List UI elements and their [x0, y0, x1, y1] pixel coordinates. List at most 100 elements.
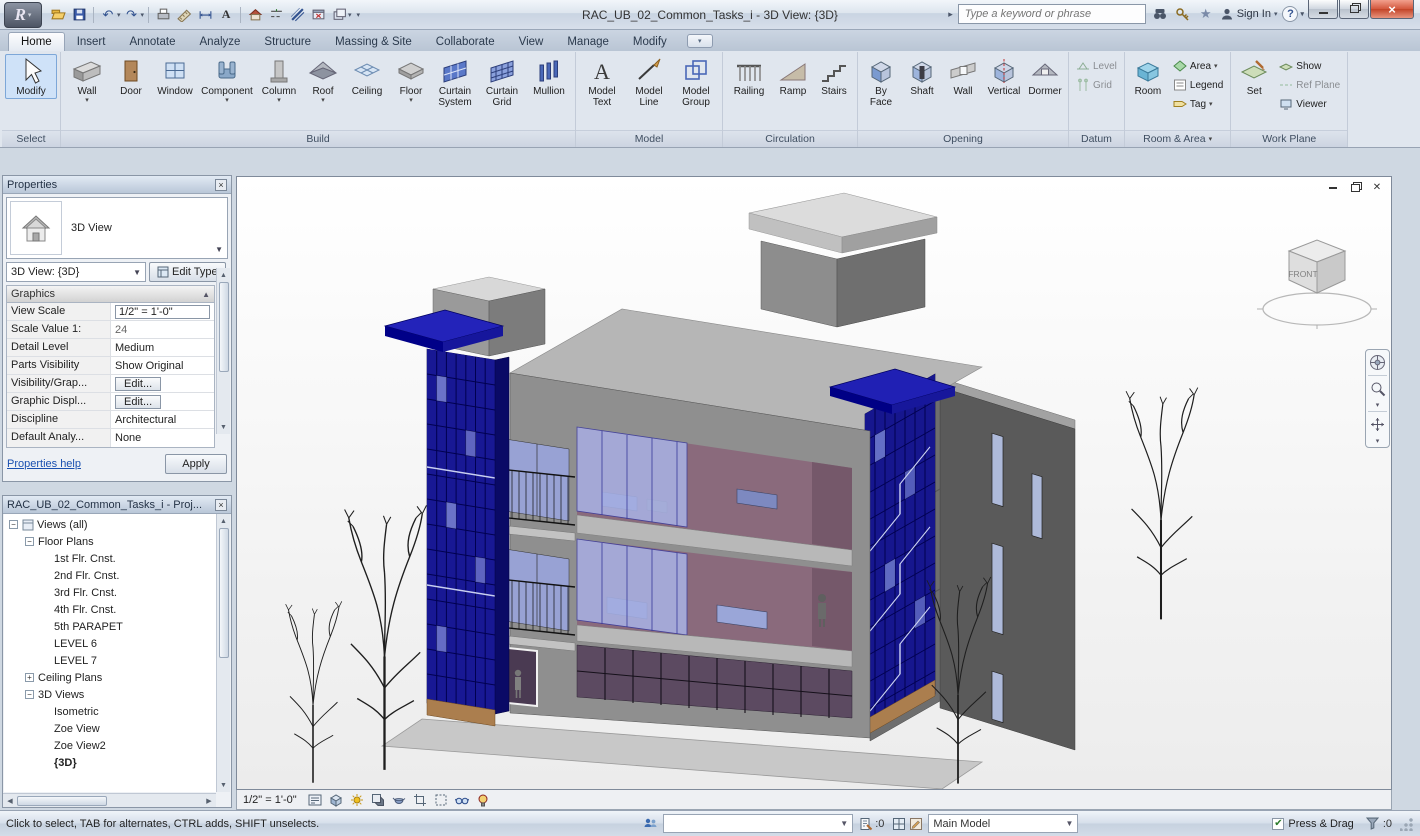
- model-group-button[interactable]: Model Group: [673, 54, 719, 110]
- crop-view-button[interactable]: [412, 792, 429, 808]
- panel-label-circulation[interactable]: Circulation: [723, 130, 857, 147]
- view-close-button[interactable]: ✕: [1369, 181, 1385, 194]
- curtain-grid-button[interactable]: Curtain Grid: [479, 54, 525, 110]
- view-selector-combo[interactable]: 3D View: {3D}▼: [6, 262, 146, 282]
- view-minimize-button[interactable]: [1325, 181, 1341, 194]
- tree-item-level6[interactable]: LEVEL 6: [4, 635, 216, 652]
- scale-button[interactable]: 1/2" = 1'-0": [243, 794, 303, 806]
- dropdown-arrow-icon[interactable]: ▾: [85, 97, 89, 104]
- navbar-dropdown-arrow-icon[interactable]: ▾: [1376, 437, 1380, 445]
- grid-button[interactable]: Grid: [1074, 77, 1119, 93]
- tree-node-3d-views[interactable]: −3D Views: [4, 686, 216, 703]
- show-work-plane-button[interactable]: Show: [1277, 58, 1342, 74]
- tree-item-2nd-flr[interactable]: 2nd Flr. Cnst.: [4, 567, 216, 584]
- scrollbar-thumb[interactable]: [219, 282, 229, 372]
- save-button[interactable]: [69, 5, 89, 25]
- tab-analyze[interactable]: Analyze: [188, 33, 253, 51]
- shadows-button[interactable]: [370, 792, 387, 808]
- default-analysis-value[interactable]: None: [111, 429, 214, 447]
- switch-windows-button[interactable]: [329, 5, 349, 25]
- floor-button[interactable]: Floor▾: [391, 54, 431, 106]
- rendering-dialog-button[interactable]: [391, 792, 408, 808]
- close-icon[interactable]: ×: [215, 179, 227, 191]
- editing-requests-button[interactable]: [857, 816, 874, 832]
- type-selector[interactable]: 3D View ▼: [6, 197, 228, 259]
- design-options-dropdown[interactable]: Main Model▼: [928, 814, 1078, 833]
- tree-item-3rd-flr[interactable]: 3rd Flr. Cnst.: [4, 584, 216, 601]
- project-browser-title-bar[interactable]: RAC_UB_02_Common_Tasks_i - Proj... ×: [3, 496, 231, 514]
- thin-lines-button[interactable]: [287, 5, 307, 25]
- browser-vscrollbar[interactable]: ▲ ▼: [216, 514, 230, 792]
- subscription-center-button[interactable]: [1174, 5, 1192, 23]
- tab-collaborate[interactable]: Collaborate: [424, 33, 507, 51]
- zoom-dropdown-arrow-icon[interactable]: ▾: [1376, 401, 1380, 409]
- legend-button[interactable]: Legend: [1171, 77, 1225, 93]
- customize-qat-arrow-icon[interactable]: ▾: [357, 11, 361, 19]
- level-button[interactable]: Level: [1074, 58, 1119, 74]
- visibility-edit-button[interactable]: Edit...: [111, 375, 214, 392]
- close-icon[interactable]: ×: [215, 499, 227, 511]
- panel-label-datum[interactable]: Datum: [1069, 130, 1124, 147]
- properties-help-link[interactable]: Properties help: [7, 458, 81, 470]
- panel-label-model[interactable]: Model: [576, 130, 722, 147]
- scroll-down-icon[interactable]: ▼: [217, 778, 231, 792]
- panel-label-work-plane[interactable]: Work Plane: [1231, 130, 1347, 147]
- opening-dormer-button[interactable]: Dormer: [1025, 54, 1065, 99]
- column-button[interactable]: Column▾: [256, 54, 302, 106]
- railing-button[interactable]: Railing: [726, 54, 772, 99]
- aligned-dimension-button[interactable]: [195, 5, 215, 25]
- tree-node-views[interactable]: −Views (all): [4, 516, 216, 533]
- measure-button[interactable]: [174, 5, 194, 25]
- view-scale-value[interactable]: 1/2" = 1'-0": [111, 303, 214, 320]
- temporary-hide-isolate-button[interactable]: [454, 792, 471, 808]
- tab-modify[interactable]: Modify: [621, 33, 679, 51]
- drawing-area[interactable]: FRONT ✕ ▾ ▾: [236, 176, 1392, 790]
- curtain-system-button[interactable]: Curtain System: [432, 54, 478, 110]
- steering-wheel-button[interactable]: [1367, 352, 1388, 373]
- scrollbar-thumb[interactable]: [17, 796, 107, 806]
- parts-visibility-value[interactable]: Show Original: [111, 357, 214, 374]
- editable-only-button[interactable]: [907, 816, 924, 832]
- component-button[interactable]: Component▾: [199, 54, 255, 106]
- worksets-button[interactable]: [642, 816, 659, 832]
- collapse-icon[interactable]: −: [9, 520, 18, 529]
- tree-node-floor-plans[interactable]: −Floor Plans: [4, 533, 216, 550]
- ref-plane-button[interactable]: Ref Plane: [1277, 77, 1342, 93]
- zoom-button[interactable]: [1367, 378, 1388, 399]
- model-text-button[interactable]: AModel Text: [579, 54, 625, 110]
- undo-button[interactable]: ↶: [98, 5, 118, 25]
- opening-by-face-button[interactable]: By Face: [861, 54, 901, 110]
- edit-type-button[interactable]: Edit Type: [149, 262, 226, 282]
- roof-button[interactable]: Roof▾: [303, 54, 343, 106]
- tab-annotate[interactable]: Annotate: [117, 33, 187, 51]
- dropdown-arrow-icon[interactable]: ▾: [409, 97, 413, 104]
- undo-dropdown-arrow-icon[interactable]: ▾: [117, 11, 121, 19]
- set-work-plane-button[interactable]: Set: [1234, 54, 1274, 99]
- area-button[interactable]: Area▾: [1171, 58, 1225, 74]
- collapse-icon[interactable]: −: [25, 537, 34, 546]
- collapse-icon[interactable]: ▲: [202, 290, 210, 299]
- resize-grip[interactable]: [1400, 817, 1414, 831]
- scroll-up-icon[interactable]: ▲: [217, 514, 231, 528]
- scroll-right-icon[interactable]: ▶: [202, 794, 216, 808]
- selection-filter-button[interactable]: [1364, 816, 1381, 832]
- close-hidden-windows-button[interactable]: [308, 5, 328, 25]
- wall-button[interactable]: Wall▾: [64, 54, 110, 106]
- tree-item-3d[interactable]: {3D}: [4, 754, 216, 771]
- detail-level-button[interactable]: [307, 792, 324, 808]
- viewcube-front-label[interactable]: FRONT: [1288, 269, 1317, 279]
- tag-button[interactable]: Tag▾: [1171, 96, 1225, 112]
- view-restore-button[interactable]: [1347, 181, 1363, 194]
- dropdown-arrow-icon[interactable]: ▾: [1214, 63, 1218, 70]
- viewcube[interactable]: FRONT: [1257, 240, 1377, 329]
- application-menu-button[interactable]: R▾: [4, 2, 42, 28]
- switch-windows-dropdown-arrow-icon[interactable]: ▾: [348, 11, 352, 19]
- panel-label-build[interactable]: Build: [61, 130, 575, 147]
- active-workset-dropdown[interactable]: ▼: [663, 814, 853, 833]
- help-button[interactable]: ?▾: [1282, 6, 1304, 22]
- discipline-value[interactable]: Architectural: [111, 411, 214, 428]
- keyword-search-input[interactable]: [958, 4, 1146, 24]
- tree-item-1st-flr[interactable]: 1st Flr. Cnst.: [4, 550, 216, 567]
- opening-vertical-button[interactable]: Vertical: [984, 54, 1024, 99]
- window-button[interactable]: Window: [152, 54, 198, 99]
